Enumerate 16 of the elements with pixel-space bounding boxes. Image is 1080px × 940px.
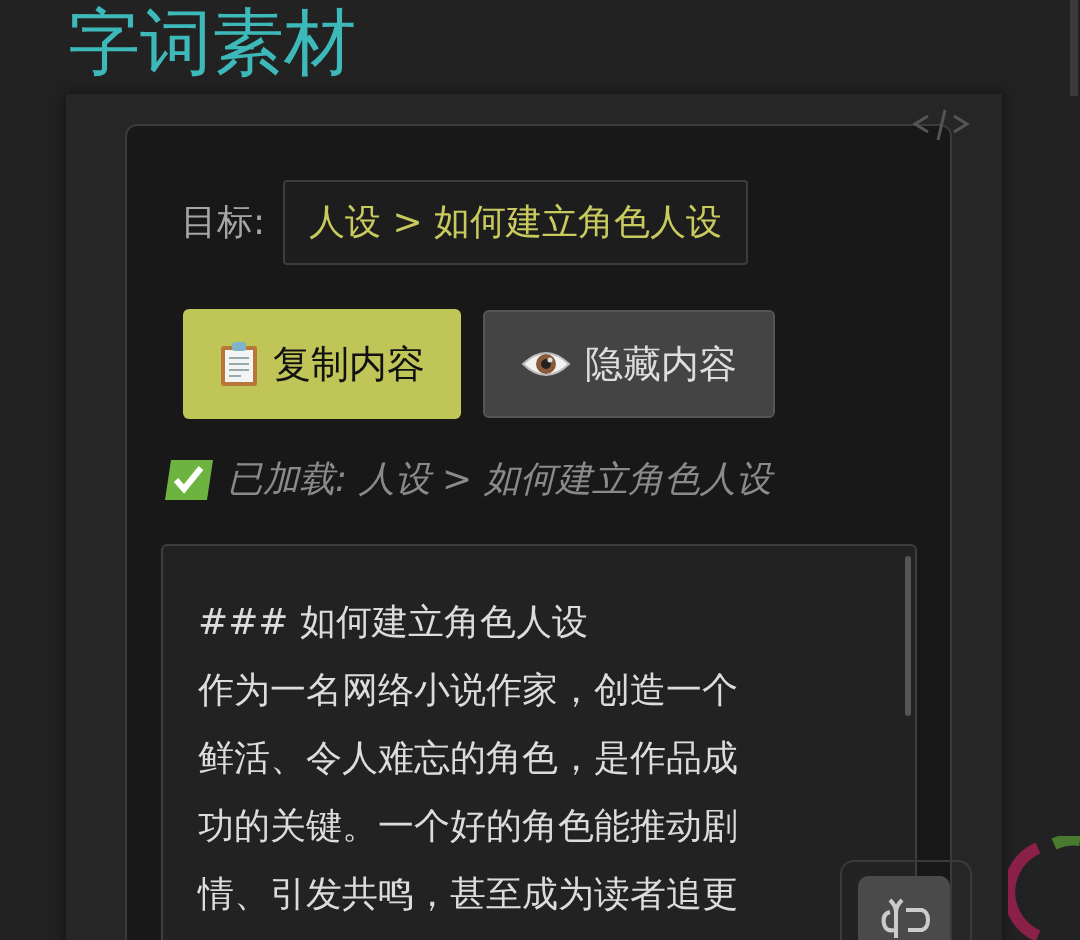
target-path: 人设 > 如何建立角色人设	[283, 180, 749, 265]
text-line: 作为一名网络小说作家，创造一个	[198, 668, 738, 712]
copy-button[interactable]: 复制内容	[183, 309, 461, 419]
scrollbar[interactable]	[1070, 0, 1078, 96]
text-line: 鲜活、令人难忘的角色，是作品成	[198, 736, 738, 780]
hide-button[interactable]: 隐藏内容	[483, 310, 775, 418]
progress-ring-icon	[1008, 836, 1080, 940]
content-textarea[interactable]: ### 如何建立角色人设 作为一名网络小说作家，创造一个 鲜活、令人难忘的角色，是作品成 功的关键。一个好的角色能推动剧 情、引发共鸣，甚至成为读者追更	[161, 544, 917, 940]
text-line: ### 如何建立角色人设	[198, 600, 588, 644]
floating-button[interactable]	[858, 876, 950, 940]
target-label: 目标:	[181, 200, 266, 244]
clipboard-icon	[219, 341, 259, 387]
text-line: 情、引发共鸣，甚至成为读者追更	[198, 872, 738, 916]
text-line: 功的关键。一个好的角色能推动剧	[198, 804, 738, 848]
page-title: 字词素材	[68, 0, 356, 86]
code-icon[interactable]	[912, 108, 970, 142]
